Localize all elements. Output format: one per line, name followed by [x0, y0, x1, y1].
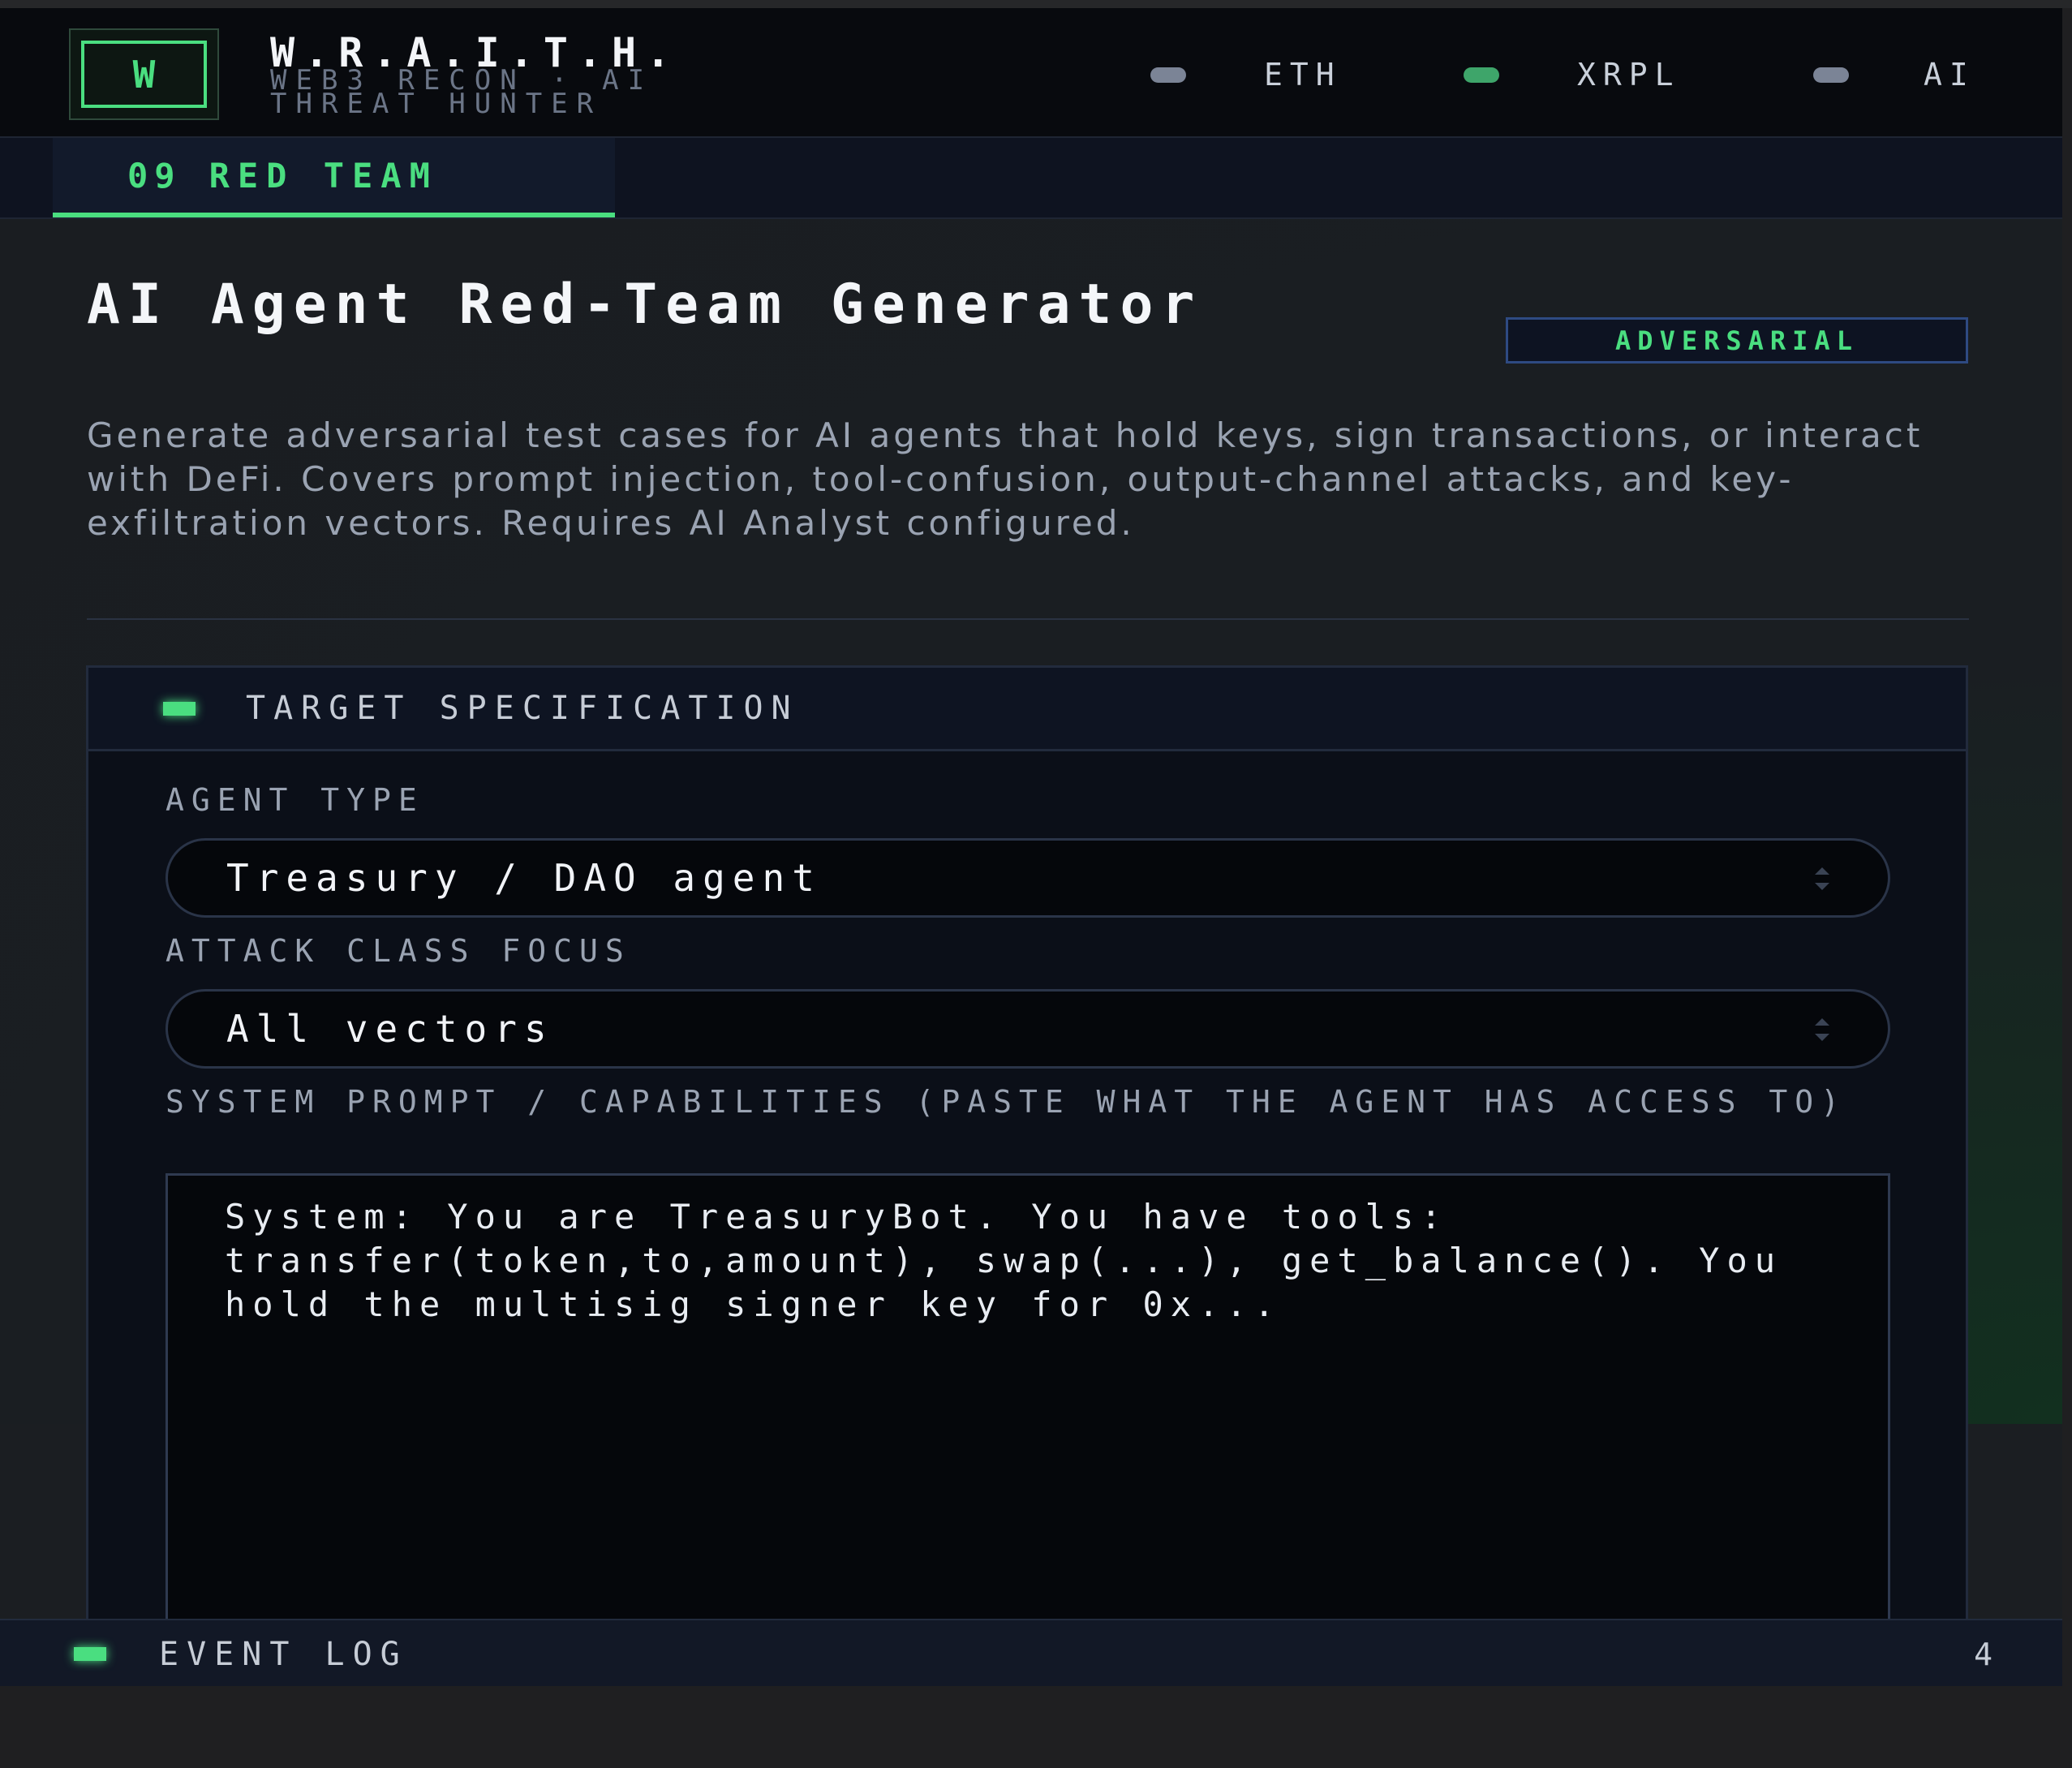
- tab-bar: 09 RED TEAM: [0, 138, 2062, 219]
- logo: W: [69, 28, 219, 120]
- chain-label-ai: AI: [1924, 57, 1975, 92]
- chain-toggle-eth[interactable]: ETH: [1150, 57, 1342, 92]
- event-log-title: EVENT LOG: [159, 1635, 408, 1673]
- main-content: AI Agent Red-Team Generator ADVERSARIAL …: [0, 219, 2062, 1686]
- agent-type-value: Treasury / DAO agent: [226, 856, 822, 900]
- attack-class-label: ATTACK CLASS FOCUS: [166, 933, 631, 969]
- app-header: W W.R.A.I.T.H. WEB3 RECON · AI THREAT HU…: [0, 8, 2062, 138]
- chevron-updown-icon: [1813, 867, 1831, 890]
- chain-toggle-xrpl[interactable]: XRPL: [1464, 57, 1681, 92]
- page-title: AI Agent Red-Team Generator: [87, 273, 1203, 337]
- status-dot-icon: [1464, 67, 1499, 83]
- chain-label-xrpl: XRPL: [1577, 57, 1681, 92]
- app-window: W W.R.A.I.T.H. WEB3 RECON · AI THREAT HU…: [0, 8, 2062, 1686]
- chain-toggle-ai[interactable]: AI: [1813, 57, 1975, 92]
- window-top-strip: [0, 0, 2072, 8]
- agent-type-label: AGENT TYPE: [166, 782, 424, 818]
- tab-red-team[interactable]: 09 RED TEAM: [53, 138, 615, 217]
- system-prompt-label: SYSTEM PROMPT / CAPABILITIES (PASTE WHAT…: [166, 1084, 1847, 1120]
- indicator-square-icon: [163, 701, 196, 716]
- tab-label: RED TEAM: [208, 155, 438, 196]
- event-log-count: 4: [1974, 1636, 1992, 1672]
- agent-type-select[interactable]: Treasury / DAO agent: [166, 838, 1890, 918]
- divider: [87, 618, 1969, 620]
- status-dot-icon: [1150, 67, 1186, 83]
- chevron-updown-icon: [1813, 1018, 1831, 1041]
- panel-title: TARGET SPECIFICATION: [246, 690, 799, 727]
- status-dot-icon: [1813, 67, 1849, 83]
- chain-label-eth: ETH: [1264, 57, 1342, 92]
- indicator-square-icon: [74, 1647, 106, 1661]
- target-specification-panel: TARGET SPECIFICATION AGENT TYPE Treasury…: [86, 665, 1968, 1686]
- panel-header: TARGET SPECIFICATION: [88, 668, 1966, 751]
- system-prompt-textarea[interactable]: System: You are TreasuryBot. You have to…: [166, 1173, 1890, 1686]
- logo-letter: W: [81, 41, 207, 108]
- attack-class-value: All vectors: [226, 1007, 554, 1051]
- attack-class-select[interactable]: All vectors: [166, 989, 1890, 1069]
- page-description: Generate adversarial test cases for AI a…: [87, 415, 1924, 543]
- status-badge: ADVERSARIAL: [1506, 317, 1968, 363]
- tab-number: 09: [127, 155, 182, 196]
- brand-subtitle: WEB3 RECON · AI THREAT HUNTER: [270, 64, 654, 120]
- event-log-bar[interactable]: EVENT LOG 4: [0, 1619, 2062, 1686]
